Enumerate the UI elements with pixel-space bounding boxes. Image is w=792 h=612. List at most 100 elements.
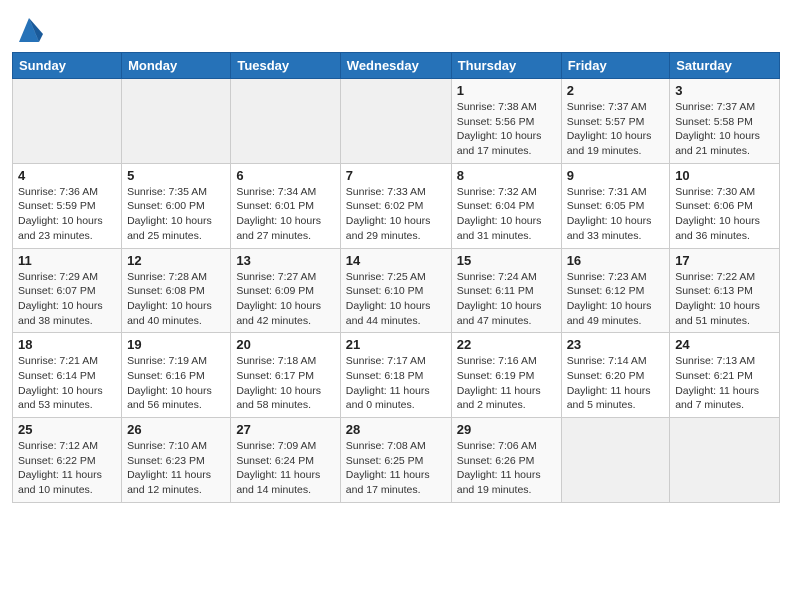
calendar-cell bbox=[231, 79, 340, 164]
day-info: Sunrise: 7:35 AM Sunset: 6:00 PM Dayligh… bbox=[127, 185, 225, 244]
calendar-cell: 29 Sunrise: 7:06 AM Sunset: 6:26 PM Dayli… bbox=[451, 418, 561, 503]
logo-area bbox=[12, 10, 43, 46]
calendar-cell: 6 Sunrise: 7:34 AM Sunset: 6:01 PM Daylig… bbox=[231, 163, 340, 248]
calendar-cell: 12 Sunrise: 7:28 AM Sunset: 6:08 PM Dayli… bbox=[122, 248, 231, 333]
day-info: Sunrise: 7:37 AM Sunset: 5:57 PM Dayligh… bbox=[567, 100, 665, 159]
calendar-cell: 2 Sunrise: 7:37 AM Sunset: 5:57 PM Daylig… bbox=[561, 79, 670, 164]
day-info: Sunrise: 7:38 AM Sunset: 5:56 PM Dayligh… bbox=[457, 100, 556, 159]
day-info: Sunrise: 7:13 AM Sunset: 6:21 PM Dayligh… bbox=[675, 354, 774, 413]
day-info: Sunrise: 7:17 AM Sunset: 6:18 PM Dayligh… bbox=[346, 354, 446, 413]
day-number: 6 bbox=[236, 168, 334, 183]
day-number: 26 bbox=[127, 422, 225, 437]
day-info: Sunrise: 7:28 AM Sunset: 6:08 PM Dayligh… bbox=[127, 270, 225, 329]
calendar-day-header: Tuesday bbox=[231, 53, 340, 79]
calendar-day-header: Sunday bbox=[13, 53, 122, 79]
calendar-cell: 14Sunrise: 7:25 AM Sunset: 6:10 PM Dayli… bbox=[340, 248, 451, 333]
calendar-cell bbox=[670, 418, 780, 503]
calendar-cell: 10 Sunrise: 7:30 AM Sunset: 6:06 PM Dayli… bbox=[670, 163, 780, 248]
calendar-cell bbox=[340, 79, 451, 164]
day-number: 4 bbox=[18, 168, 116, 183]
day-number: 23 bbox=[567, 337, 665, 352]
day-number: 19 bbox=[127, 337, 225, 352]
calendar-week-row: 25 Sunrise: 7:12 AM Sunset: 6:22 PM Dayli… bbox=[13, 418, 780, 503]
day-number: 25 bbox=[18, 422, 116, 437]
day-info: Sunrise: 7:06 AM Sunset: 6:26 PM Dayligh… bbox=[457, 439, 556, 498]
calendar-cell: 27 Sunrise: 7:09 AM Sunset: 6:24 PM Dayli… bbox=[231, 418, 340, 503]
day-number: 12 bbox=[127, 253, 225, 268]
calendar-day-header: Monday bbox=[122, 53, 231, 79]
day-number: 27 bbox=[236, 422, 334, 437]
day-info: Sunrise: 7:16 AM Sunset: 6:19 PM Dayligh… bbox=[457, 354, 556, 413]
calendar-cell bbox=[122, 79, 231, 164]
day-info: Sunrise: 7:36 AM Sunset: 5:59 PM Dayligh… bbox=[18, 185, 116, 244]
logo-icon bbox=[15, 14, 43, 46]
page: SundayMondayTuesdayWednesdayThursdayFrid… bbox=[0, 0, 792, 513]
header bbox=[12, 10, 780, 46]
calendar-cell bbox=[13, 79, 122, 164]
day-info: Sunrise: 7:08 AM Sunset: 6:25 PM Dayligh… bbox=[346, 439, 446, 498]
day-info: Sunrise: 7:21 AM Sunset: 6:14 PM Dayligh… bbox=[18, 354, 116, 413]
day-info: Sunrise: 7:37 AM Sunset: 5:58 PM Dayligh… bbox=[675, 100, 774, 159]
calendar-week-row: 11 Sunrise: 7:29 AM Sunset: 6:07 PM Dayli… bbox=[13, 248, 780, 333]
day-info: Sunrise: 7:19 AM Sunset: 6:16 PM Dayligh… bbox=[127, 354, 225, 413]
day-info: Sunrise: 7:30 AM Sunset: 6:06 PM Dayligh… bbox=[675, 185, 774, 244]
day-info: Sunrise: 7:24 AM Sunset: 6:11 PM Dayligh… bbox=[457, 270, 556, 329]
calendar-cell: 28 Sunrise: 7:08 AM Sunset: 6:25 PM Dayli… bbox=[340, 418, 451, 503]
day-number: 2 bbox=[567, 83, 665, 98]
day-info: Sunrise: 7:10 AM Sunset: 6:23 PM Dayligh… bbox=[127, 439, 225, 498]
day-info: Sunrise: 7:34 AM Sunset: 6:01 PM Dayligh… bbox=[236, 185, 334, 244]
day-number: 11 bbox=[18, 253, 116, 268]
calendar-cell: 15 Sunrise: 7:24 AM Sunset: 6:11 PM Dayli… bbox=[451, 248, 561, 333]
calendar-cell bbox=[561, 418, 670, 503]
calendar-cell: 8 Sunrise: 7:32 AM Sunset: 6:04 PM Daylig… bbox=[451, 163, 561, 248]
calendar-cell: 3 Sunrise: 7:37 AM Sunset: 5:58 PM Daylig… bbox=[670, 79, 780, 164]
calendar-cell: 24 Sunrise: 7:13 AM Sunset: 6:21 PM Dayli… bbox=[670, 333, 780, 418]
calendar-week-row: 1Sunrise: 7:38 AM Sunset: 5:56 PM Daylig… bbox=[13, 79, 780, 164]
calendar-day-header: Saturday bbox=[670, 53, 780, 79]
day-info: Sunrise: 7:33 AM Sunset: 6:02 PM Dayligh… bbox=[346, 185, 446, 244]
day-number: 13 bbox=[236, 253, 334, 268]
day-number: 16 bbox=[567, 253, 665, 268]
day-number: 29 bbox=[457, 422, 556, 437]
day-info: Sunrise: 7:29 AM Sunset: 6:07 PM Dayligh… bbox=[18, 270, 116, 329]
day-number: 28 bbox=[346, 422, 446, 437]
calendar-cell: 1Sunrise: 7:38 AM Sunset: 5:56 PM Daylig… bbox=[451, 79, 561, 164]
day-info: Sunrise: 7:14 AM Sunset: 6:20 PM Dayligh… bbox=[567, 354, 665, 413]
calendar-cell: 17 Sunrise: 7:22 AM Sunset: 6:13 PM Dayli… bbox=[670, 248, 780, 333]
calendar-cell: 25 Sunrise: 7:12 AM Sunset: 6:22 PM Dayli… bbox=[13, 418, 122, 503]
calendar-cell: 11 Sunrise: 7:29 AM Sunset: 6:07 PM Dayli… bbox=[13, 248, 122, 333]
day-number: 3 bbox=[675, 83, 774, 98]
calendar-cell: 16Sunrise: 7:23 AM Sunset: 6:12 PM Dayli… bbox=[561, 248, 670, 333]
calendar-cell: 18 Sunrise: 7:21 AM Sunset: 6:14 PM Dayli… bbox=[13, 333, 122, 418]
day-number: 5 bbox=[127, 168, 225, 183]
day-number: 18 bbox=[18, 337, 116, 352]
day-info: Sunrise: 7:27 AM Sunset: 6:09 PM Dayligh… bbox=[236, 270, 334, 329]
day-info: Sunrise: 7:12 AM Sunset: 6:22 PM Dayligh… bbox=[18, 439, 116, 498]
day-number: 20 bbox=[236, 337, 334, 352]
day-number: 22 bbox=[457, 337, 556, 352]
calendar-cell: 4 Sunrise: 7:36 AM Sunset: 5:59 PM Daylig… bbox=[13, 163, 122, 248]
day-number: 21 bbox=[346, 337, 446, 352]
day-info: Sunrise: 7:31 AM Sunset: 6:05 PM Dayligh… bbox=[567, 185, 665, 244]
day-number: 7 bbox=[346, 168, 446, 183]
calendar-day-header: Friday bbox=[561, 53, 670, 79]
calendar-cell: 9Sunrise: 7:31 AM Sunset: 6:05 PM Daylig… bbox=[561, 163, 670, 248]
calendar-table: SundayMondayTuesdayWednesdayThursdayFrid… bbox=[12, 52, 780, 503]
calendar-cell: 26 Sunrise: 7:10 AM Sunset: 6:23 PM Dayli… bbox=[122, 418, 231, 503]
day-info: Sunrise: 7:22 AM Sunset: 6:13 PM Dayligh… bbox=[675, 270, 774, 329]
calendar-day-header: Thursday bbox=[451, 53, 561, 79]
day-info: Sunrise: 7:18 AM Sunset: 6:17 PM Dayligh… bbox=[236, 354, 334, 413]
calendar-week-row: 18 Sunrise: 7:21 AM Sunset: 6:14 PM Dayli… bbox=[13, 333, 780, 418]
calendar-cell: 22 Sunrise: 7:16 AM Sunset: 6:19 PM Dayli… bbox=[451, 333, 561, 418]
day-info: Sunrise: 7:32 AM Sunset: 6:04 PM Dayligh… bbox=[457, 185, 556, 244]
calendar-cell: 21 Sunrise: 7:17 AM Sunset: 6:18 PM Dayli… bbox=[340, 333, 451, 418]
calendar-day-header: Wednesday bbox=[340, 53, 451, 79]
day-number: 24 bbox=[675, 337, 774, 352]
day-info: Sunrise: 7:25 AM Sunset: 6:10 PM Dayligh… bbox=[346, 270, 446, 329]
day-number: 10 bbox=[675, 168, 774, 183]
calendar-cell: 5 Sunrise: 7:35 AM Sunset: 6:00 PM Daylig… bbox=[122, 163, 231, 248]
day-number: 8 bbox=[457, 168, 556, 183]
day-number: 17 bbox=[675, 253, 774, 268]
day-info: Sunrise: 7:09 AM Sunset: 6:24 PM Dayligh… bbox=[236, 439, 334, 498]
day-number: 15 bbox=[457, 253, 556, 268]
